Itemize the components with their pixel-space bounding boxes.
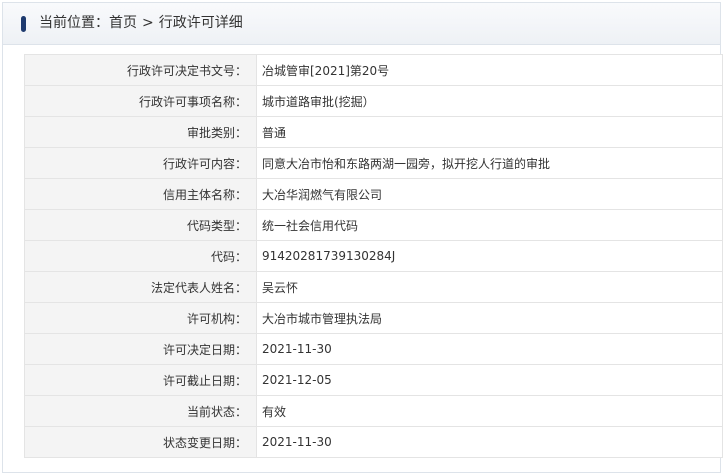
table-row: 代码： 91420281739130284J [24, 240, 723, 272]
row-label: 代码类型： [24, 209, 257, 241]
breadcrumb-home-link[interactable]: 首页 [109, 15, 137, 31]
row-value: 91420281739130284J [256, 240, 723, 272]
breadcrumb-location-label: 当前位置： [39, 15, 109, 31]
detail-table: 行政许可决定书文号： 冶城管审[2021]第20号 行政许可事项名称： 城市道路… [24, 54, 723, 458]
table-row: 行政许可决定书文号： 冶城管审[2021]第20号 [24, 54, 723, 86]
row-value: 普通 [256, 116, 723, 148]
breadcrumb-separator: > [142, 15, 154, 31]
row-value: 大冶华润燃气有限公司 [256, 178, 723, 210]
row-value: 吴云怀 [256, 271, 723, 303]
table-row: 代码类型： 统一社会信用代码 [24, 209, 723, 241]
table-row: 行政许可事项名称： 城市道路审批(挖掘） [24, 85, 723, 117]
row-label: 状态变更日期： [24, 426, 257, 458]
row-value: 2021-12-05 [256, 364, 723, 396]
table-row: 许可截止日期： 2021-12-05 [24, 364, 723, 396]
row-label: 信用主体名称： [24, 178, 257, 210]
row-label: 行政许可内容： [24, 147, 257, 179]
row-label: 许可机构： [24, 302, 257, 334]
table-row: 许可机构： 大冶市城市管理执法局 [24, 302, 723, 334]
row-value: 有效 [256, 395, 723, 427]
table-row: 当前状态： 有效 [24, 395, 723, 427]
row-value: 同意大冶市怡和东路两湖一园旁，拟开挖人行道的审批 [256, 147, 723, 179]
row-value: 2021-11-30 [256, 426, 723, 458]
row-value: 大冶市城市管理执法局 [256, 302, 723, 334]
breadcrumb: 当前位置：首页 > 行政许可详细 [39, 3, 243, 44]
row-label: 法定代表人姓名： [24, 271, 257, 303]
row-label: 代码： [24, 240, 257, 272]
table-row: 法定代表人姓名： 吴云怀 [24, 271, 723, 303]
row-value: 城市道路审批(挖掘） [256, 85, 723, 117]
table-row: 状态变更日期： 2021-11-30 [24, 426, 723, 458]
table-row: 信用主体名称： 大冶华润燃气有限公司 [24, 178, 723, 210]
table-row: 审批类别： 普通 [24, 116, 723, 148]
breadcrumb-current: 行政许可详细 [158, 15, 243, 31]
table-row: 行政许可内容： 同意大冶市怡和东路两湖一园旁，拟开挖人行道的审批 [24, 147, 723, 179]
row-value: 冶城管审[2021]第20号 [256, 54, 723, 86]
row-value: 2021-11-30 [256, 333, 723, 365]
row-label: 行政许可事项名称： [24, 85, 257, 117]
row-label: 行政许可决定书文号： [24, 54, 257, 86]
row-value: 统一社会信用代码 [256, 209, 723, 241]
row-label: 当前状态： [24, 395, 257, 427]
header-accent-bar [21, 16, 26, 32]
table-row: 许可决定日期： 2021-11-30 [24, 333, 723, 365]
row-label: 审批类别： [24, 116, 257, 148]
row-label: 许可截止日期： [24, 364, 257, 396]
breadcrumb-header: 当前位置：首页 > 行政许可详细 [3, 3, 720, 45]
row-label: 许可决定日期： [24, 333, 257, 365]
